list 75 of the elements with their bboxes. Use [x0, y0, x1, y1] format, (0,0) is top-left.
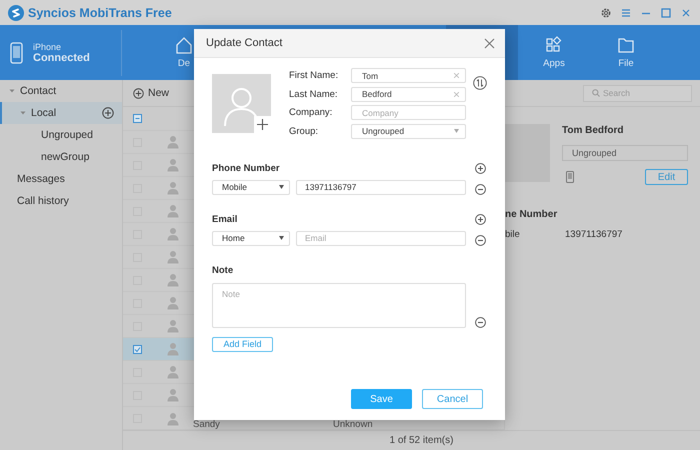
sidebar-item[interactable]: Local: [31, 107, 56, 119]
section-heading: Note: [212, 264, 234, 278]
sidebar-item[interactable]: Contact: [0, 80, 122, 102]
section-heading: Phone Number: [212, 162, 281, 176]
contact-avatar-icon: [166, 365, 178, 379]
phone-number: 13971136797: [565, 229, 622, 240]
caret-icon: [279, 236, 284, 240]
logo-icon: [8, 4, 24, 20]
close-icon[interactable]: [484, 38, 495, 48]
type-dropdown[interactable]: Home: [212, 230, 290, 246]
type-dropdown[interactable]: Mobile: [212, 180, 290, 194]
contact-avatar-icon: [166, 412, 178, 426]
group-dropdown[interactable]: Ungrouped: [351, 124, 466, 138]
contact-photo: [505, 124, 550, 182]
settings-icon[interactable]: [600, 6, 612, 18]
field-label: Company:: [289, 107, 334, 118]
contact-avatar-icon: [166, 342, 178, 356]
input-field[interactable]: 13971136797: [296, 180, 466, 194]
clear-icon[interactable]: [454, 73, 459, 78]
phone-icon: [10, 42, 23, 64]
section-heading: Email: [212, 212, 238, 226]
caret-icon: [20, 110, 26, 116]
field-label: Group:: [289, 126, 320, 136]
contact-avatar-icon: [166, 273, 178, 287]
caret-icon: [454, 129, 459, 133]
phone-type: bile: [505, 229, 521, 240]
sidebar-item[interactable]: Call history: [0, 190, 122, 212]
search-icon: [592, 89, 600, 97]
mobile-icon: [566, 171, 574, 183]
caret-icon: [279, 185, 284, 189]
sidebar-item[interactable]: newGroup: [0, 146, 122, 168]
maximize-icon[interactable]: [660, 6, 672, 18]
minus-circle-icon[interactable]: [474, 234, 486, 246]
app-title: Syncios MobiTrans Free: [28, 6, 172, 20]
menu-icon[interactable]: [620, 6, 632, 18]
contact-avatar-icon: [166, 296, 178, 310]
plus-circle-icon[interactable]: [474, 163, 486, 174]
contact-avatar-icon: [166, 158, 178, 172]
plus-circle-icon[interactable]: [474, 214, 486, 225]
dialog-title: Update Contact: [206, 37, 282, 49]
sidebar-item[interactable]: Ungrouped: [0, 124, 122, 146]
input-field[interactable]: Tom: [351, 68, 466, 83]
minus-circle-icon[interactable]: [474, 316, 486, 328]
input-field[interactable]: Bedford: [351, 86, 466, 102]
contact-avatar-icon: [166, 388, 178, 402]
plus-circle-icon: [133, 88, 144, 98]
new-button[interactable]: New: [133, 87, 170, 99]
apps-grid-icon: [545, 36, 563, 54]
contact-avatar-icon: [166, 181, 178, 195]
folder-icon: [617, 36, 635, 54]
table-cell-text: Unknown: [333, 418, 374, 430]
table-cell-text: Sandy: [193, 418, 221, 430]
field-label: First Name:: [289, 70, 340, 81]
minus-circle-icon[interactable]: [474, 184, 486, 194]
contact-avatar-icon: [166, 250, 178, 264]
device-name: iPhone: [33, 42, 62, 52]
item-count: 1 of 52 item(s): [390, 435, 454, 446]
field-label: Last Name:: [289, 88, 339, 100]
section-heading: ne Number: [505, 209, 558, 220]
contact-avatar-icon: [166, 135, 178, 149]
contact-name: Tom Bedford: [562, 125, 624, 136]
checkbox[interactable]: [133, 344, 142, 354]
swap-order-icon[interactable]: [473, 76, 487, 90]
home-icon: [175, 36, 193, 54]
close-icon[interactable]: [680, 6, 692, 18]
contact-avatar-icon: [166, 227, 178, 241]
contact-avatar-icon: [166, 204, 178, 218]
group-label: Ungrouped: [562, 145, 688, 161]
clear-icon[interactable]: [454, 92, 459, 96]
caret-icon: [9, 88, 15, 94]
plus-circle-icon[interactable]: [102, 107, 114, 119]
device-status: Connected: [33, 52, 90, 64]
contact-avatar-icon: [166, 319, 178, 333]
sidebar-item[interactable]: Messages: [0, 168, 122, 190]
checkbox[interactable]: [133, 114, 142, 123]
